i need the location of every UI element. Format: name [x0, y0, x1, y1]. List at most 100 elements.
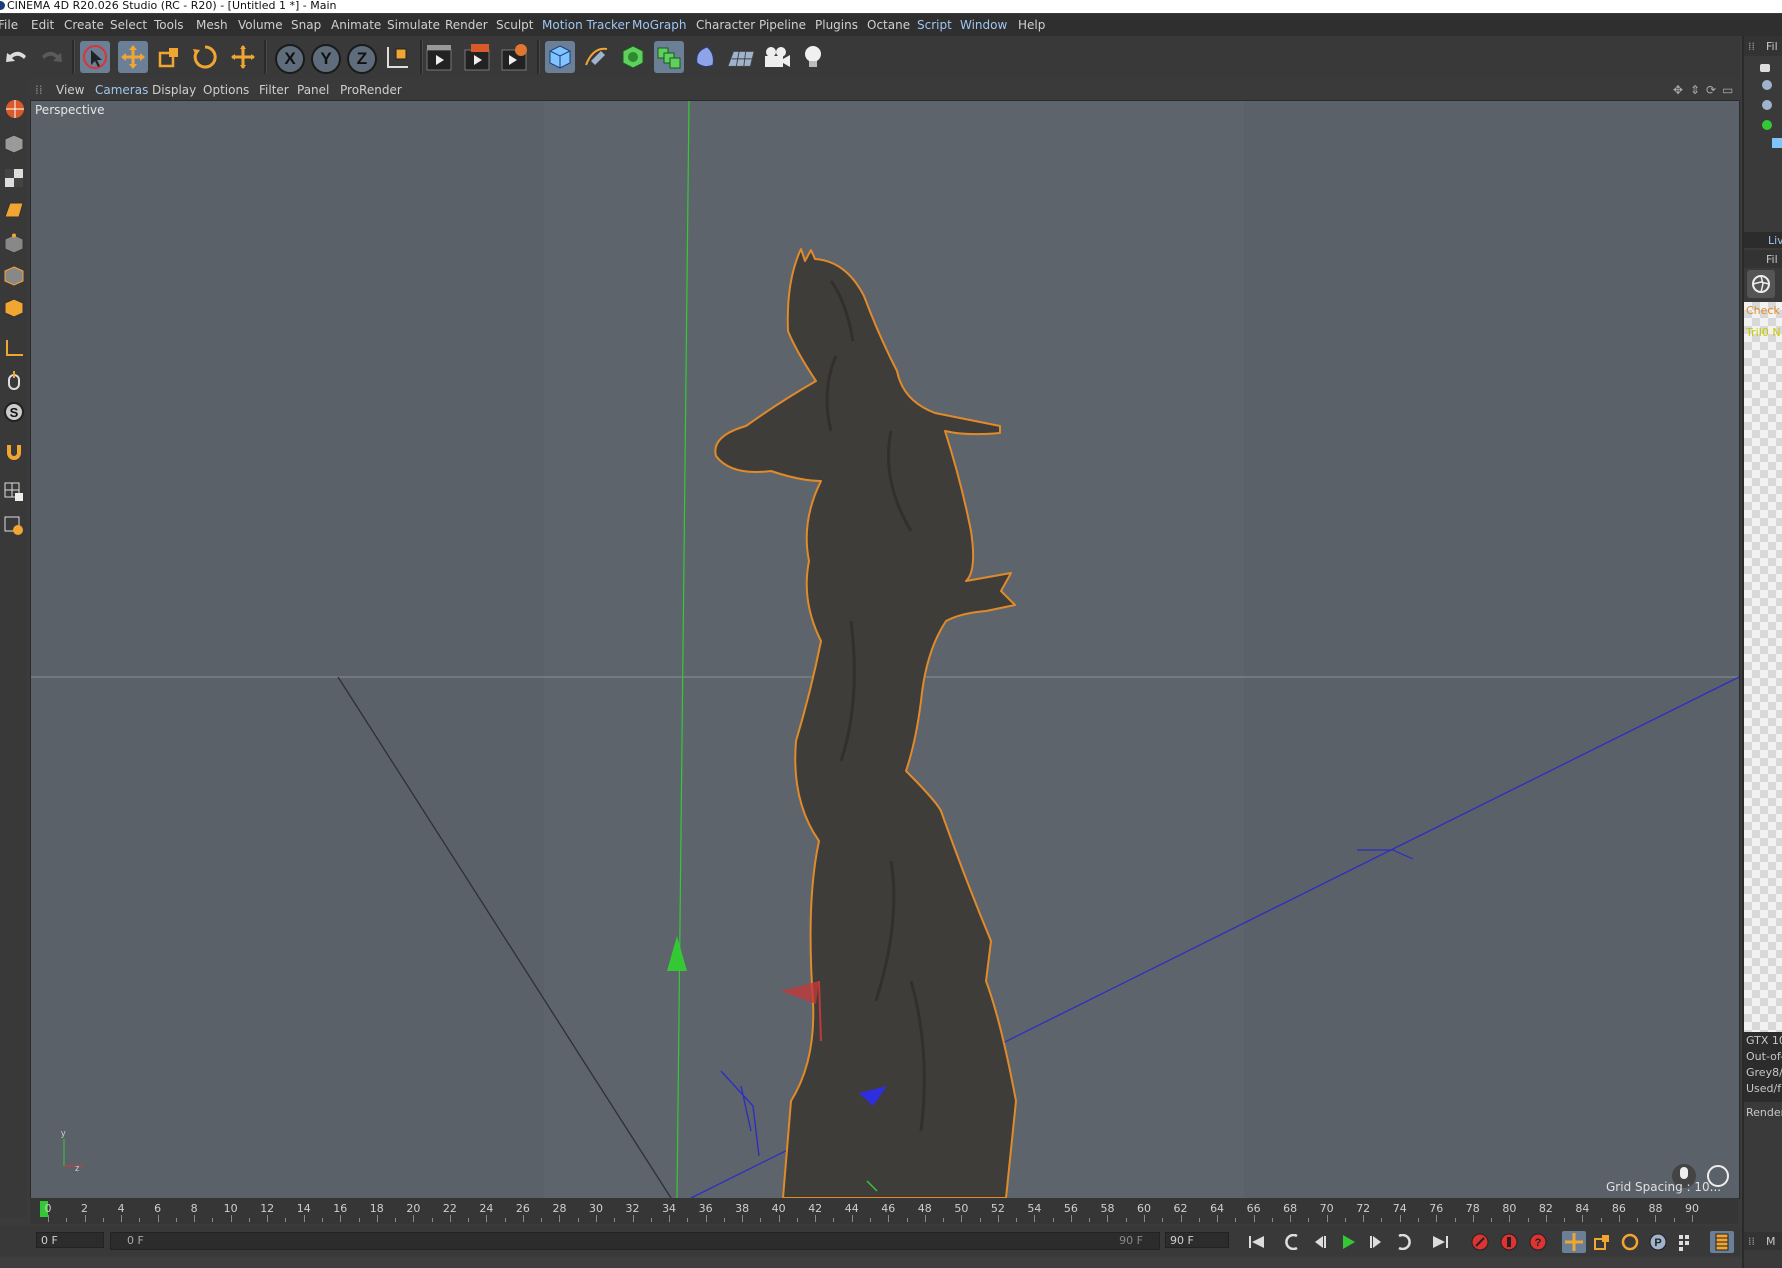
object-manager-tab[interactable]: ⁞⁞ Fil	[1744, 36, 1782, 56]
bottom-right-tab[interactable]: ⁞⁞ M	[1744, 1232, 1782, 1250]
viewport-zoom-icon[interactable]: ⇕	[1690, 83, 1700, 97]
menu-character[interactable]: Character	[696, 18, 755, 32]
last-tool-icon[interactable]	[228, 41, 258, 73]
menu-render[interactable]: Render	[445, 18, 488, 32]
undo-icon[interactable]	[2, 41, 32, 73]
menu-volume[interactable]: Volume	[238, 18, 283, 32]
viewport-menu-cameras[interactable]: Cameras	[95, 83, 148, 97]
make-editable-icon[interactable]	[1, 94, 26, 121]
locked-workplane-icon[interactable]	[1, 512, 26, 539]
goto-end-icon[interactable]	[1428, 1231, 1452, 1253]
workplane-lock-icon[interactable]	[1, 478, 26, 505]
viewport-menu-options[interactable]: Options	[203, 83, 249, 97]
sky-object-icon[interactable]	[1762, 80, 1772, 90]
next-frame-icon[interactable]	[1364, 1231, 1388, 1253]
viewport-menu-panel[interactable]: Panel	[297, 83, 329, 97]
menu-tools[interactable]: Tools	[154, 18, 184, 32]
move-icon[interactable]	[118, 41, 148, 73]
workplane-mode-icon[interactable]	[1, 196, 26, 223]
rotate-icon[interactable]	[190, 41, 220, 73]
perspective-viewport[interactable]: y z	[30, 100, 1740, 1199]
current-frame-field[interactable]: 0 F	[36, 1232, 104, 1248]
goto-start-icon[interactable]	[1245, 1231, 1269, 1253]
live-viewer-file-label[interactable]: Fil	[1766, 253, 1778, 266]
mesh-object-icon[interactable]	[1772, 138, 1782, 148]
menu-sculpt[interactable]: Sculpt	[496, 18, 533, 32]
points-mode-icon[interactable]	[1, 230, 26, 257]
live-selection-icon[interactable]	[80, 41, 110, 73]
edges-mode-icon[interactable]	[1, 262, 26, 289]
menu-help[interactable]: Help	[1018, 18, 1045, 32]
key-position-icon[interactable]	[1562, 1231, 1586, 1253]
live-viewer-menu[interactable]: Fil	[1744, 250, 1782, 268]
autokeying-icon[interactable]	[1497, 1231, 1521, 1253]
timeline-ruler[interactable]: 0 2 4 6 8 10 12 14 16 18 20 22 24 26 28 30 32 34 36 38 40 42 4…	[30, 1198, 1738, 1224]
menu-mesh[interactable]: Mesh	[196, 18, 228, 32]
key-pla-icon[interactable]	[1674, 1231, 1698, 1253]
viewport-menu-display[interactable]: Display	[152, 83, 196, 97]
viewport-rotate-icon[interactable]: ⟳	[1706, 83, 1716, 97]
record-keys-icon[interactable]	[1468, 1231, 1492, 1253]
scale-icon[interactable]	[154, 41, 184, 73]
key-scale-icon[interactable]	[1590, 1231, 1614, 1253]
render-picture-viewer-icon[interactable]	[463, 41, 493, 73]
render-settings-icon[interactable]	[500, 41, 530, 73]
frame-range-slider[interactable]: 0 F 90 F	[110, 1232, 1160, 1250]
timeline-layout-icon[interactable]	[1710, 1231, 1734, 1253]
model-mode-icon[interactable]	[1, 130, 26, 157]
live-viewer-bar[interactable]: Liv	[1744, 232, 1782, 248]
null-object-icon[interactable]	[1762, 120, 1772, 130]
panel-grip-icon[interactable]: ⁞⁞	[1748, 40, 1755, 53]
menu-file[interactable]: File	[0, 18, 18, 32]
environment-object-icon[interactable]	[1762, 100, 1772, 110]
menu-script[interactable]: Script	[917, 18, 952, 32]
menu-simulate[interactable]: Simulate	[387, 18, 440, 32]
z-axis-lock[interactable]: Z	[347, 44, 377, 74]
key-rotation-icon[interactable]	[1618, 1231, 1642, 1253]
next-key-icon[interactable]	[1392, 1231, 1416, 1253]
menu-mograph[interactable]: MoGraph	[632, 18, 687, 32]
menu-edit[interactable]: Edit	[31, 18, 54, 32]
cloner-icon[interactable]	[654, 41, 684, 73]
y-axis-lock[interactable]: Y	[311, 44, 341, 74]
menu-octane[interactable]: Octane	[867, 18, 910, 32]
x-axis-lock[interactable]: X	[275, 44, 305, 74]
octane-render-icon[interactable]	[1747, 270, 1775, 298]
live-viewer-canvas[interactable]: Check TriI0 N	[1744, 302, 1782, 1032]
viewport-maximize-icon[interactable]: ▭	[1722, 83, 1733, 97]
texture-mode-icon[interactable]	[1, 164, 26, 191]
keyframe-selection-icon[interactable]: ?	[1526, 1231, 1550, 1253]
previous-key-icon[interactable]	[1280, 1231, 1304, 1253]
menu-window[interactable]: Window	[960, 18, 1007, 32]
viewport-move-icon[interactable]: ✥	[1673, 83, 1683, 97]
play-icon[interactable]	[1336, 1231, 1360, 1253]
redo-icon[interactable]	[36, 41, 66, 73]
axis-mode-icon[interactable]	[1, 334, 26, 361]
panel-grip-icon[interactable]: ⁞⁞	[1748, 1235, 1755, 1248]
panel-grip-icon[interactable]: ⁞⁞	[35, 83, 43, 97]
polygons-mode-icon[interactable]	[1, 294, 26, 321]
render-view-icon[interactable]	[425, 41, 455, 73]
menu-create[interactable]: Create	[64, 18, 104, 32]
viewport-menu-filter[interactable]: Filter	[259, 83, 289, 97]
snap-magnet-icon[interactable]	[1, 438, 26, 465]
coordinate-system-icon[interactable]	[383, 41, 413, 73]
menu-select[interactable]: Select	[110, 18, 147, 32]
camera-icon[interactable]	[762, 41, 792, 73]
subdivision-icon[interactable]	[618, 41, 648, 73]
menu-animate[interactable]: Animate	[331, 18, 381, 32]
object-tree[interactable]	[1748, 58, 1782, 198]
cube-icon[interactable]	[545, 41, 575, 73]
menu-snap[interactable]: Snap	[291, 18, 321, 32]
end-frame-field[interactable]: 90 F	[1165, 1232, 1229, 1248]
menu-pipeline[interactable]: Pipeline	[759, 18, 806, 32]
solo-mode-icon[interactable]: S	[1, 398, 26, 425]
viewport-menu-view[interactable]: View	[56, 83, 84, 97]
object-manager-file-label[interactable]: Fil	[1766, 40, 1778, 53]
menu-motion-tracker[interactable]: Motion Tracker	[542, 18, 630, 32]
pen-spline-icon[interactable]	[582, 41, 612, 73]
previous-frame-icon[interactable]	[1308, 1231, 1332, 1253]
light-icon[interactable]	[798, 41, 828, 73]
floor-icon[interactable]	[726, 41, 756, 73]
tweak-mode-icon[interactable]	[1, 366, 26, 393]
